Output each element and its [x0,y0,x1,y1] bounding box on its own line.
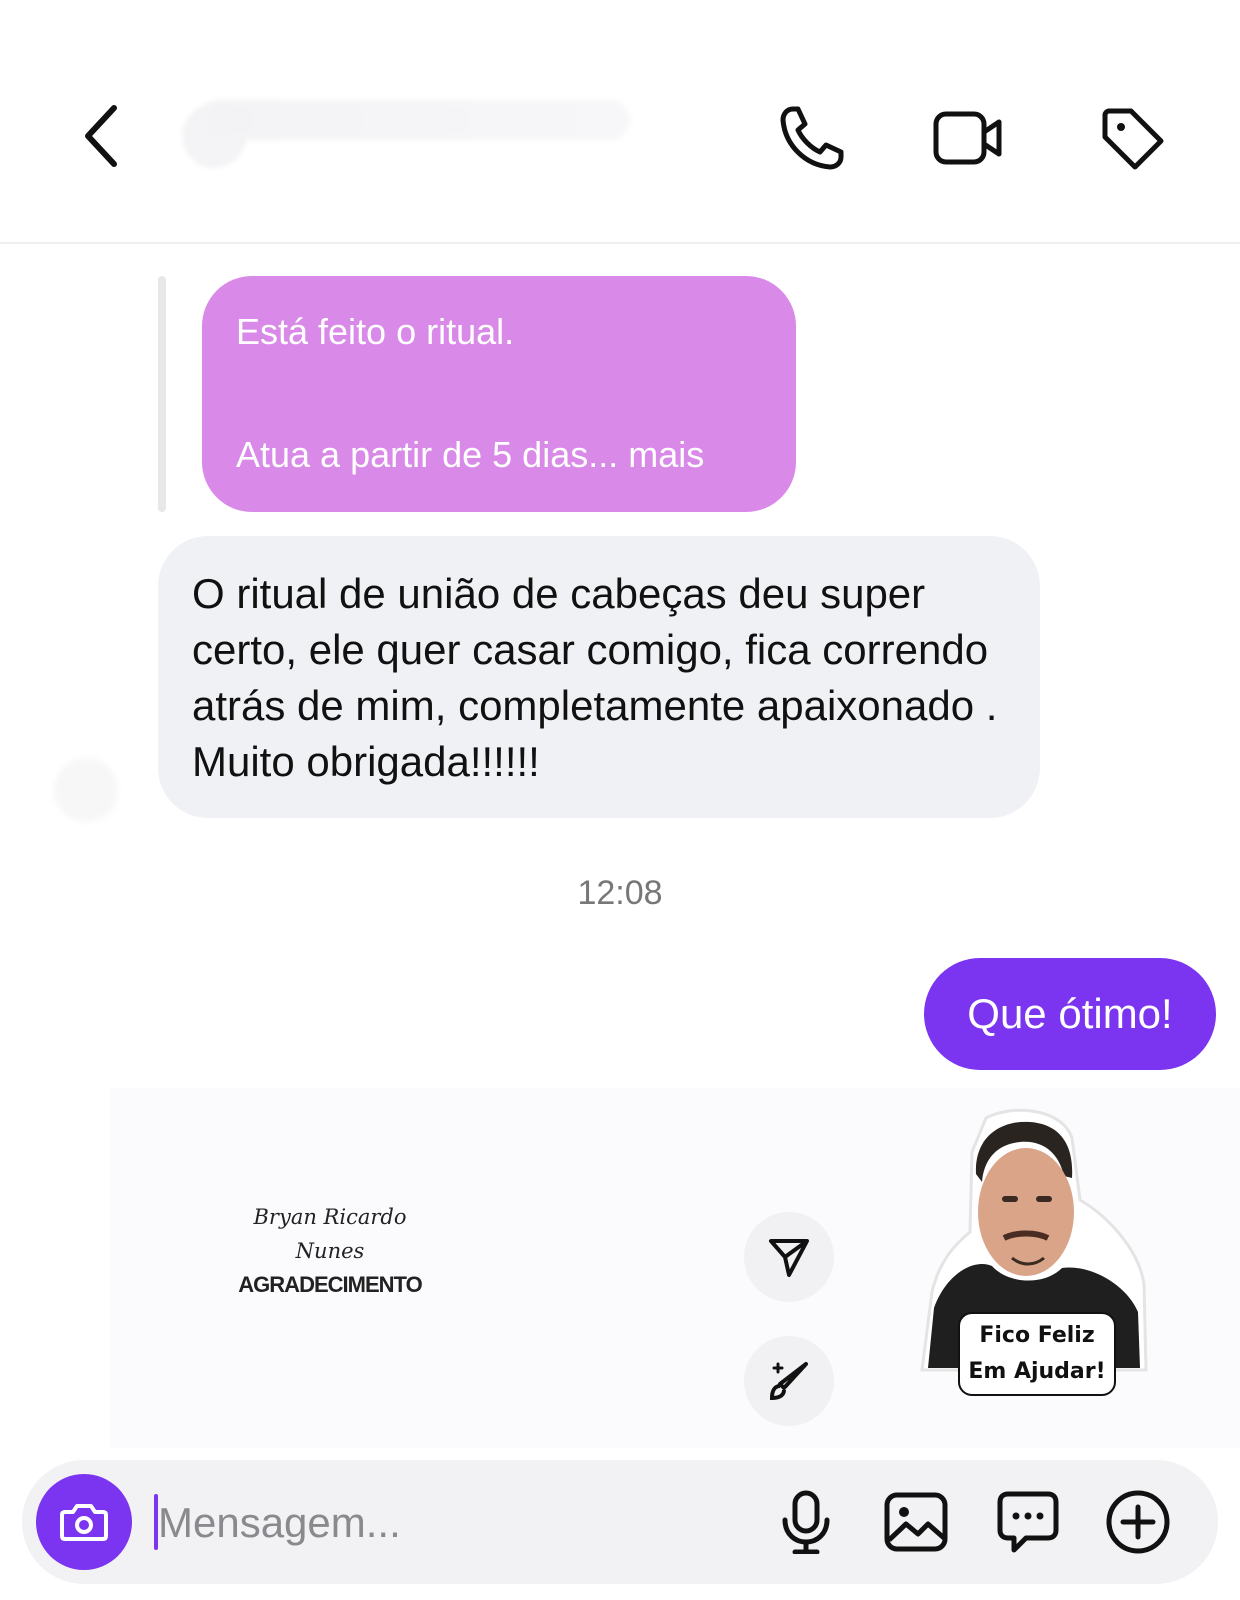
message-timestamp: 12:08 [577,874,663,912]
voice-message-button[interactable] [768,1484,844,1560]
incoming-message[interactable]: O ritual de união de cabeças deu super c… [158,536,1040,818]
sender-avatar [54,758,118,822]
signature-name-line1: Bryan Ricardo [253,1205,407,1229]
sticker-chat-icon [997,1491,1059,1553]
contact-name-blurred[interactable] [200,100,630,140]
reply-preview-line2: Atua a partir de 5 dias... mais [236,434,705,475]
microphone-icon [782,1490,830,1554]
camera-icon [60,1504,108,1541]
signature-name-line2: Nunes [295,1239,365,1263]
plus-circle-icon [1106,1490,1170,1554]
video-camera-icon [933,111,1002,165]
gallery-button[interactable] [878,1484,954,1560]
gallery-icon [884,1492,948,1552]
phone-icon [780,106,844,170]
share-button[interactable] [744,1212,834,1302]
sticker-button[interactable] [990,1484,1066,1560]
reply-preview-line1: Está feito o ritual. [236,311,515,352]
sticker-caption-line2: Em Ajudar! [968,1359,1106,1384]
sticker-caption-line1: Fico Feliz [979,1323,1095,1348]
chevron-left-icon [85,105,117,167]
edit-button[interactable] [744,1336,834,1426]
outgoing-message[interactable]: Que ótimo! [924,958,1216,1070]
more-options-button[interactable] [1100,1484,1176,1560]
camera-button[interactable] [36,1474,132,1570]
chat-header [0,0,1240,244]
back-button[interactable] [72,100,128,172]
signature-block: Bryan Ricardo Nunes AGRADECIMENTO [230,1200,430,1298]
video-call-button[interactable] [926,98,1010,178]
voice-call-button[interactable] [770,98,854,178]
replied-message-preview[interactable]: Está feito o ritual. Atua a partir de 5 … [202,276,796,512]
paper-plane-icon [769,1239,809,1277]
tag-icon [1102,108,1164,170]
reply-indicator-line [158,276,166,512]
tag-button[interactable] [1090,98,1174,178]
media-caption: AGRADECIMENTO [238,1272,422,1297]
sticker-caption: Fico Feliz Em Ajudar! [958,1312,1116,1396]
message-input[interactable] [158,1490,718,1556]
magic-brush-icon [769,1362,808,1401]
